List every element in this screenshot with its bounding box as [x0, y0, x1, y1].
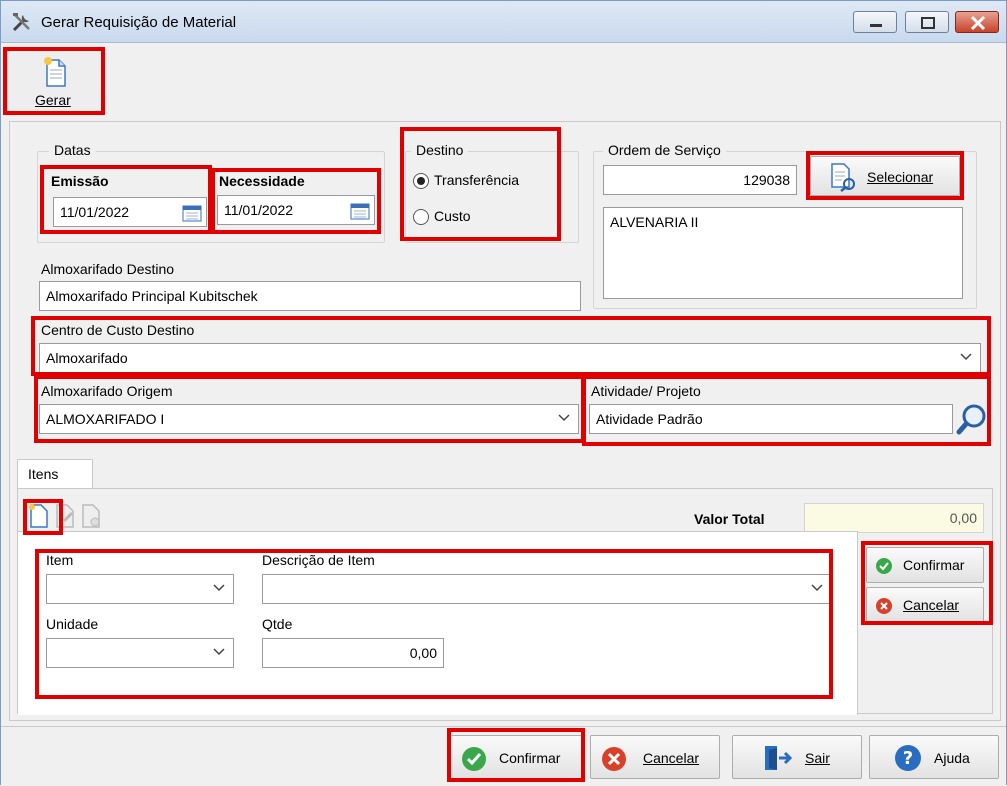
cancelar-button[interactable]: Cancelar: [590, 735, 720, 779]
valor-total-field: 0,00: [804, 503, 984, 533]
search-icon[interactable]: [955, 401, 989, 437]
sair-button[interactable]: Sair: [732, 735, 862, 779]
chevron-down-icon: [213, 645, 225, 657]
selecionar-button[interactable]: Selecionar: [810, 156, 960, 196]
centro-custo-label: Centro de Custo Destino: [41, 322, 195, 338]
ordem-servico-description[interactable]: ALVENARIA II: [603, 207, 963, 299]
emissao-value: 11/01/2022: [60, 204, 130, 220]
title-bar: Gerar Requisição de Material: [1, 1, 1006, 43]
svg-text:?: ?: [903, 748, 913, 769]
almoxarifado-origem-label: Almoxarifado Origem: [41, 383, 173, 399]
chevron-down-icon: [213, 581, 225, 593]
edit-item-icon[interactable]: [54, 503, 76, 529]
selecionar-label: Selecionar: [867, 169, 934, 185]
gerar-label: Gerar: [35, 92, 71, 108]
destino-group: [405, 151, 579, 243]
calendar-icon[interactable]: [350, 202, 370, 220]
confirmar-button[interactable]: Confirmar: [450, 735, 584, 779]
qtde-label: Qtde: [262, 616, 293, 632]
ordem-servico-label: Ordem de Serviço: [603, 142, 726, 158]
chevron-down-icon: [960, 350, 972, 362]
minimize-button[interactable]: [853, 11, 897, 33]
tab-itens-label: Itens: [28, 466, 59, 482]
cancelar-label: Cancelar: [643, 750, 700, 766]
atividade-label: Atividade/ Projeto: [591, 383, 701, 399]
item-cancelar-button[interactable]: Cancelar: [866, 587, 984, 623]
sair-label: Sair: [805, 750, 830, 766]
tools-icon: [11, 11, 33, 33]
custo-label: Custo: [434, 208, 471, 224]
exit-icon: [763, 744, 793, 772]
emissao-label: Emissão: [51, 173, 109, 189]
transferencia-radio[interactable]: [413, 173, 429, 189]
check-icon: [461, 746, 487, 772]
calendar-icon[interactable]: [182, 204, 202, 222]
footer-bar: Confirmar Cancelar Sair ? Ajuda: [1, 726, 1006, 786]
transferencia-label: Transferência: [434, 172, 520, 188]
ajuda-button[interactable]: ? Ajuda: [869, 735, 999, 779]
custo-radio[interactable]: [413, 209, 429, 225]
cancel-icon: [601, 746, 627, 772]
valor-total-label: Valor Total: [694, 511, 765, 527]
delete-item-icon[interactable]: [80, 503, 102, 529]
almoxarifado-origem-select[interactable]: ALMOXARIFADO I: [39, 404, 579, 434]
qtde-field[interactable]: 0,00: [262, 638, 444, 668]
chevron-down-icon: [558, 411, 570, 423]
confirmar-label: Confirmar: [499, 750, 561, 766]
close-button[interactable]: [955, 11, 999, 33]
atividade-value: Atividade Padrão: [596, 411, 703, 427]
item-form: Item Descrição de Item Unidade Qtde 0,00: [18, 531, 858, 715]
item-select[interactable]: [46, 574, 234, 604]
atividade-field[interactable]: Atividade Padrão: [589, 404, 953, 434]
window-title: Gerar Requisição de Material: [41, 14, 237, 31]
new-document-icon: [43, 56, 69, 88]
item-label: Item: [46, 552, 74, 568]
almoxarifado-destino-value: Almoxarifado Principal Kubitschek: [46, 288, 258, 304]
cancel-icon: [875, 597, 893, 615]
item-confirmar-label: Confirmar: [903, 557, 965, 573]
search-document-icon: [829, 162, 857, 192]
add-item-icon[interactable]: [28, 503, 50, 529]
help-icon: ?: [894, 744, 922, 772]
ordem-servico-description-text: ALVENARIA II: [610, 214, 699, 230]
centro-custo-select[interactable]: Almoxarifado: [39, 343, 981, 373]
maximize-button[interactable]: [905, 11, 949, 33]
almoxarifado-destino-field[interactable]: Almoxarifado Principal Kubitschek: [39, 281, 581, 311]
ordem-servico-number: 129038: [743, 172, 790, 188]
datas-label: Datas: [49, 142, 96, 158]
unidade-select[interactable]: [46, 638, 234, 668]
items-panel: Valor Total 0,00 Item Descrição de Item …: [17, 488, 993, 715]
ordem-servico-number-field[interactable]: 129038: [603, 165, 797, 195]
centro-custo-value: Almoxarifado: [46, 350, 128, 366]
valor-total-value: 0,00: [949, 510, 977, 526]
chevron-down-icon: [811, 581, 823, 593]
gerar-button[interactable]: Gerar: [7, 49, 103, 113]
qtde-value: 0,00: [409, 645, 437, 661]
window: Gerar Requisição de Material Gerar Datas…: [0, 0, 1007, 786]
check-icon: [875, 557, 893, 575]
destino-label: Destino: [411, 142, 469, 158]
necessidade-value: 11/01/2022: [224, 202, 294, 218]
descricao-label: Descrição de Item: [262, 552, 375, 568]
ajuda-label: Ajuda: [934, 750, 970, 766]
descricao-select[interactable]: [262, 574, 832, 604]
necessidade-field[interactable]: 11/01/2022: [217, 195, 375, 225]
item-confirmar-button[interactable]: Confirmar: [866, 547, 984, 583]
item-cancelar-label: Cancelar: [903, 597, 960, 613]
emissao-field[interactable]: 11/01/2022: [53, 197, 207, 227]
almoxarifado-origem-value: ALMOXARIFADO I: [46, 411, 165, 427]
almoxarifado-destino-label: Almoxarifado Destino: [41, 261, 175, 277]
unidade-label: Unidade: [46, 616, 99, 632]
necessidade-label: Necessidade: [219, 173, 305, 189]
tab-itens[interactable]: Itens: [17, 459, 93, 489]
